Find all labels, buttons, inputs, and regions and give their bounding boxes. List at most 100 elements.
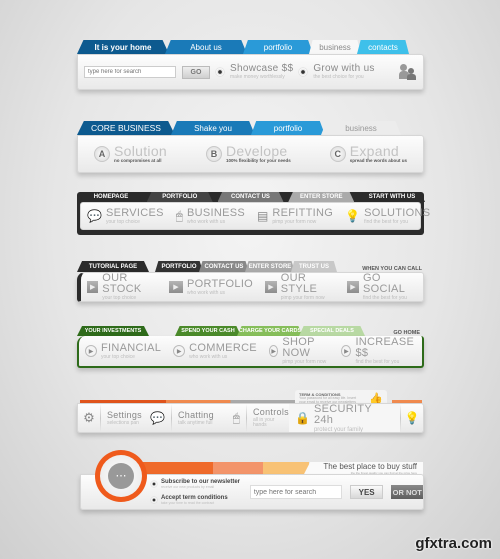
header-variant-6: TERM & CONDITIONS Your password for all …: [77, 390, 424, 433]
tab-enter-store[interactable]: ENTER STORE: [288, 192, 355, 202]
bullet-icon: [216, 68, 224, 76]
business-item[interactable]: 🖱 BUSINESS who work with us: [170, 203, 251, 229]
item-title: Settings: [107, 409, 142, 420]
tab-special-deals[interactable]: SPECIAL DEALS: [299, 326, 365, 336]
tab-business[interactable]: business: [321, 121, 401, 135]
item-title: SOLUTIONS: [364, 206, 431, 219]
chat-badge[interactable]: ⋯: [95, 450, 147, 502]
our-style-item[interactable]: ▶ OUR STYLE pimp your form now: [259, 273, 341, 301]
item-title: Solution: [114, 143, 167, 160]
item-subtitle: your top choice: [102, 295, 137, 301]
play-circle-icon: ▶: [341, 345, 352, 357]
item-title: Showcase $$: [230, 63, 294, 74]
tab-spend-your-cash[interactable]: SPEND YOUR CASH: [175, 326, 241, 336]
go-social-item[interactable]: ▶ GO SOCIAL find the best for you: [341, 273, 423, 301]
services-item[interactable]: 💬 SERVICES your top choice: [81, 203, 170, 229]
chat-bubble-icon: 💬: [87, 209, 102, 223]
options-group: Subscribe to our newsletter receive our n…: [151, 479, 242, 505]
tab-business[interactable]: business: [309, 40, 361, 54]
showcase-item[interactable]: Showcase $$ make money worthlessly: [230, 64, 293, 80]
radio-icon[interactable]: [151, 481, 157, 488]
lightbulb-icon[interactable]: 💡: [401, 411, 423, 425]
commerce-item[interactable]: ▶ COMMERCE who work with us: [167, 336, 263, 366]
tab-start-with-us[interactable]: START WITH US: [359, 192, 425, 202]
option-subtitle: receive our new products by email: [161, 485, 215, 489]
or-not-button[interactable]: OR NOT: [391, 485, 424, 499]
item-subtitle: all in your hands: [253, 417, 275, 428]
tab-enter-store[interactable]: ENTER STORE: [245, 261, 295, 272]
solution-item[interactable]: A Solution no compromises at all: [88, 136, 173, 172]
mouse-icon: 🖱: [175, 208, 183, 223]
document-icon: ▤: [257, 209, 269, 223]
item-subtitle: pimp your form now: [280, 295, 325, 301]
gears-icon[interactable]: ⚙: [78, 410, 100, 426]
item-subtitle: your top choice: [105, 218, 140, 225]
search-input[interactable]: [84, 66, 176, 78]
tab-contacts[interactable]: contacts: [357, 40, 409, 54]
item-subtitle: who work with us: [189, 353, 228, 360]
controls-item[interactable]: Controls all in your hands: [247, 404, 289, 432]
play-icon: ▶: [347, 281, 359, 293]
yes-button[interactable]: YES: [349, 485, 384, 499]
tab-homepage[interactable]: HOMEPAGE: [80, 192, 142, 202]
chatting-item[interactable]: Chatting talk anytime full 🖱: [172, 404, 246, 432]
tab-bar: YOUR INVESTMENTS SPEND YOUR CASH CHARGE …: [77, 326, 424, 336]
item-title: GO SOCIAL: [362, 272, 406, 295]
security-subtitle: protect your family: [313, 426, 363, 433]
item-title: OUR STOCK: [102, 272, 142, 295]
item-title: FINANCIAL: [101, 341, 162, 354]
settings-item[interactable]: Settings selections pan 💬: [101, 404, 171, 432]
header-bar: ⚙ Settings selections pan 💬 Chatting talk …: [77, 403, 424, 433]
portfolio-item[interactable]: ▶ PORTFOLIO who work with us: [163, 273, 259, 301]
tab-contact-us[interactable]: CONTACT US: [199, 261, 249, 272]
item-title: SHOP NOW: [282, 336, 315, 359]
radio-icon[interactable]: [151, 496, 157, 503]
item-title: Chatting: [178, 409, 214, 420]
tab-portfolio[interactable]: PORTFOLIO: [146, 192, 213, 202]
item-subtitle: who work with us: [187, 218, 226, 225]
header-bar: ▶ FINANCIAL your top choice ▶ COMMERCE who w…: [77, 336, 424, 368]
develope-item[interactable]: B Develope 100% flexibility for your nee…: [200, 136, 297, 172]
tab-portfolio[interactable]: PORTFOLIO: [155, 261, 203, 272]
search-input[interactable]: [249, 485, 342, 499]
tab-charge-your-cards[interactable]: CHARGE YOUR CARDS: [237, 326, 303, 336]
expand-item[interactable]: C Expand spread the words about us: [324, 136, 413, 172]
item-title: COMMERCE: [189, 341, 257, 354]
security-item[interactable]: 🔒 SECURITY 24h protect your family: [289, 403, 400, 433]
play-icon: ▶: [168, 281, 183, 293]
tab-home[interactable]: It is your home: [77, 40, 169, 54]
item-title: Controls: [253, 407, 289, 417]
go-button[interactable]: GO: [182, 65, 210, 79]
item-subtitle: who work with us: [186, 289, 226, 296]
our-stock-item[interactable]: ▶ OUR STOCK your top choice: [81, 273, 163, 301]
tab-about[interactable]: About us: [165, 40, 247, 54]
tab-contact-us[interactable]: CONTACT US: [217, 192, 284, 202]
tab-bar: TUTORIAL PAGE PORTFOLIO CONTACT US ENTER…: [77, 261, 424, 272]
option-title: Accept term conditions: [161, 494, 228, 501]
solutions-item[interactable]: 💡 SOLUTIONS find the best for you: [339, 203, 436, 229]
tab-portfolio[interactable]: portfolio: [251, 121, 325, 135]
chat-bubble-icon: ⋯: [108, 463, 134, 489]
tab-bar: CORE BUSINESS Shake you portfolio busine…: [77, 121, 424, 135]
item-title: OUR STYLE: [280, 272, 318, 295]
tab-tutorial-page[interactable]: TUTORIAL PAGE: [77, 261, 149, 272]
tab-core-business[interactable]: CORE BUSINESS: [77, 121, 175, 135]
financial-item[interactable]: ▶ FINANCIAL your top choice: [79, 336, 167, 366]
tab-portfolio[interactable]: portfolio: [243, 40, 313, 54]
header-variant-3: HOMEPAGE PORTFOLIO CONTACT US ENTER STOR…: [77, 192, 430, 235]
refitting-item[interactable]: ▤ REFITTING pimp your form now: [251, 203, 339, 229]
item-subtitle: your top choice: [101, 353, 135, 360]
item-subtitle: talk anytime full: [178, 419, 213, 426]
newsletter-option[interactable]: Subscribe to our newsletter receive our n…: [151, 479, 242, 490]
tagline: The best place to buy stuff: [323, 462, 417, 471]
increase-item[interactable]: ▶ INCREASE $$ find the best for you: [335, 336, 422, 366]
item-title: Expand: [349, 143, 400, 160]
shop-now-item[interactable]: ▶ SHOP NOW pimp your form now: [263, 336, 335, 366]
users-icon[interactable]: [399, 64, 417, 80]
tab-trust-us[interactable]: TRUST US: [291, 261, 337, 272]
tab-your-investments[interactable]: YOUR INVESTMENTS: [77, 326, 149, 336]
grow-item[interactable]: Grow with us the best choice for you: [313, 64, 374, 80]
item-title: Grow with us: [313, 63, 375, 74]
tab-shake-you[interactable]: Shake you: [171, 121, 255, 135]
terms-option[interactable]: Accept term conditions take your time to …: [151, 495, 242, 506]
